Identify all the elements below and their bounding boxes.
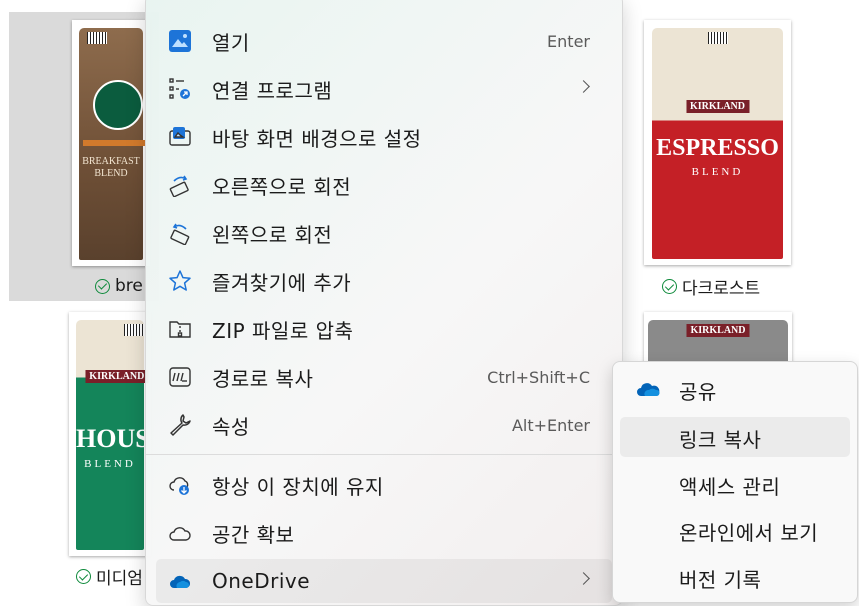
submenu-item-version-history[interactable]: 버전 기록 <box>620 557 850 597</box>
file-thumbnail-breakfast[interactable]: BREAKFAST BLEND <box>72 20 150 266</box>
star-icon <box>168 269 192 293</box>
menu-item-onedrive[interactable]: OneDrive <box>156 559 612 603</box>
bag-small-text: BLEND <box>84 458 136 470</box>
context-menu: 열기 Enter 연결 프로그램 바탕 화면 배경으로 설정 오른쪽으로 회전 … <box>145 0 623 606</box>
menu-item-properties[interactable]: 속성 Alt+Enter <box>156 403 612 447</box>
brand-logo: KIRKLAND <box>85 370 149 383</box>
submenu-item-view-online[interactable]: 온라인에서 보기 <box>620 510 850 550</box>
menu-item-add-favorites[interactable]: 즐겨찾기에 추가 <box>156 259 612 303</box>
bag-big-text: ESPRESSO <box>656 135 779 161</box>
submenu-item-copy-link[interactable]: 링크 복사 <box>620 417 850 457</box>
brand-logo: KIRKLAND <box>686 324 750 337</box>
file-caption-dark-roast: 다크로스트 <box>662 274 760 299</box>
onedrive-cloud-icon <box>636 380 662 402</box>
wrench-icon <box>168 413 192 437</box>
menu-item-always-keep[interactable]: 항상 이 장치에 유지 <box>156 463 612 507</box>
sync-check-icon <box>662 279 677 294</box>
file-thumbnail-medium[interactable]: KIRKLAND HOUSE BLEND <box>69 312 151 556</box>
menu-item-open[interactable]: 열기 Enter <box>156 19 612 63</box>
bag-label: BREAKFAST BLEND <box>82 156 140 179</box>
menu-separator <box>146 454 622 455</box>
file-thumbnail-dark-roast[interactable]: KIRKLAND ESPRESSO BLEND <box>644 20 791 265</box>
chevron-right-icon <box>577 572 590 585</box>
menu-item-rotate-left[interactable]: 왼쪽으로 회전 <box>156 211 612 255</box>
open-with-icon <box>168 77 192 101</box>
menu-item-free-up-space[interactable]: 공간 확보 <box>156 511 612 555</box>
desktop-background-icon <box>168 125 192 149</box>
sync-check-icon <box>76 569 91 584</box>
rotate-right-icon <box>168 173 192 197</box>
menu-item-compress-zip[interactable]: ZIP 파일로 압축 <box>156 307 612 351</box>
copy-path-icon <box>168 365 192 389</box>
image-open-icon <box>168 29 192 53</box>
onedrive-icon <box>168 569 192 593</box>
onedrive-submenu: 공유 링크 복사 액세스 관리 온라인에서 보기 버전 기록 <box>612 361 858 603</box>
chevron-right-icon <box>577 80 590 93</box>
rotate-left-icon <box>168 221 192 245</box>
zip-folder-icon <box>168 317 192 341</box>
brand-logo: KIRKLAND <box>685 100 750 113</box>
file-caption-breakfast: bre <box>95 276 143 296</box>
menu-item-copy-path[interactable]: 경로로 복사 Ctrl+Shift+C <box>156 355 612 399</box>
submenu-item-share[interactable]: 공유 <box>620 369 850 409</box>
sync-check-icon <box>95 278 110 294</box>
cloud-outline-icon <box>168 521 192 545</box>
bag-small-text: BLEND <box>691 166 744 178</box>
cloud-download-icon <box>168 473 192 497</box>
menu-item-rotate-right[interactable]: 오른쪽으로 회전 <box>156 163 612 207</box>
submenu-item-manage-access[interactable]: 액세스 관리 <box>620 464 850 504</box>
menu-item-open-with[interactable]: 연결 프로그램 <box>156 67 612 111</box>
file-caption-medium: 미디엄 <box>76 564 143 589</box>
bag-big-text: HOUSE <box>76 424 151 453</box>
menu-item-set-background[interactable]: 바탕 화면 배경으로 설정 <box>156 115 612 159</box>
